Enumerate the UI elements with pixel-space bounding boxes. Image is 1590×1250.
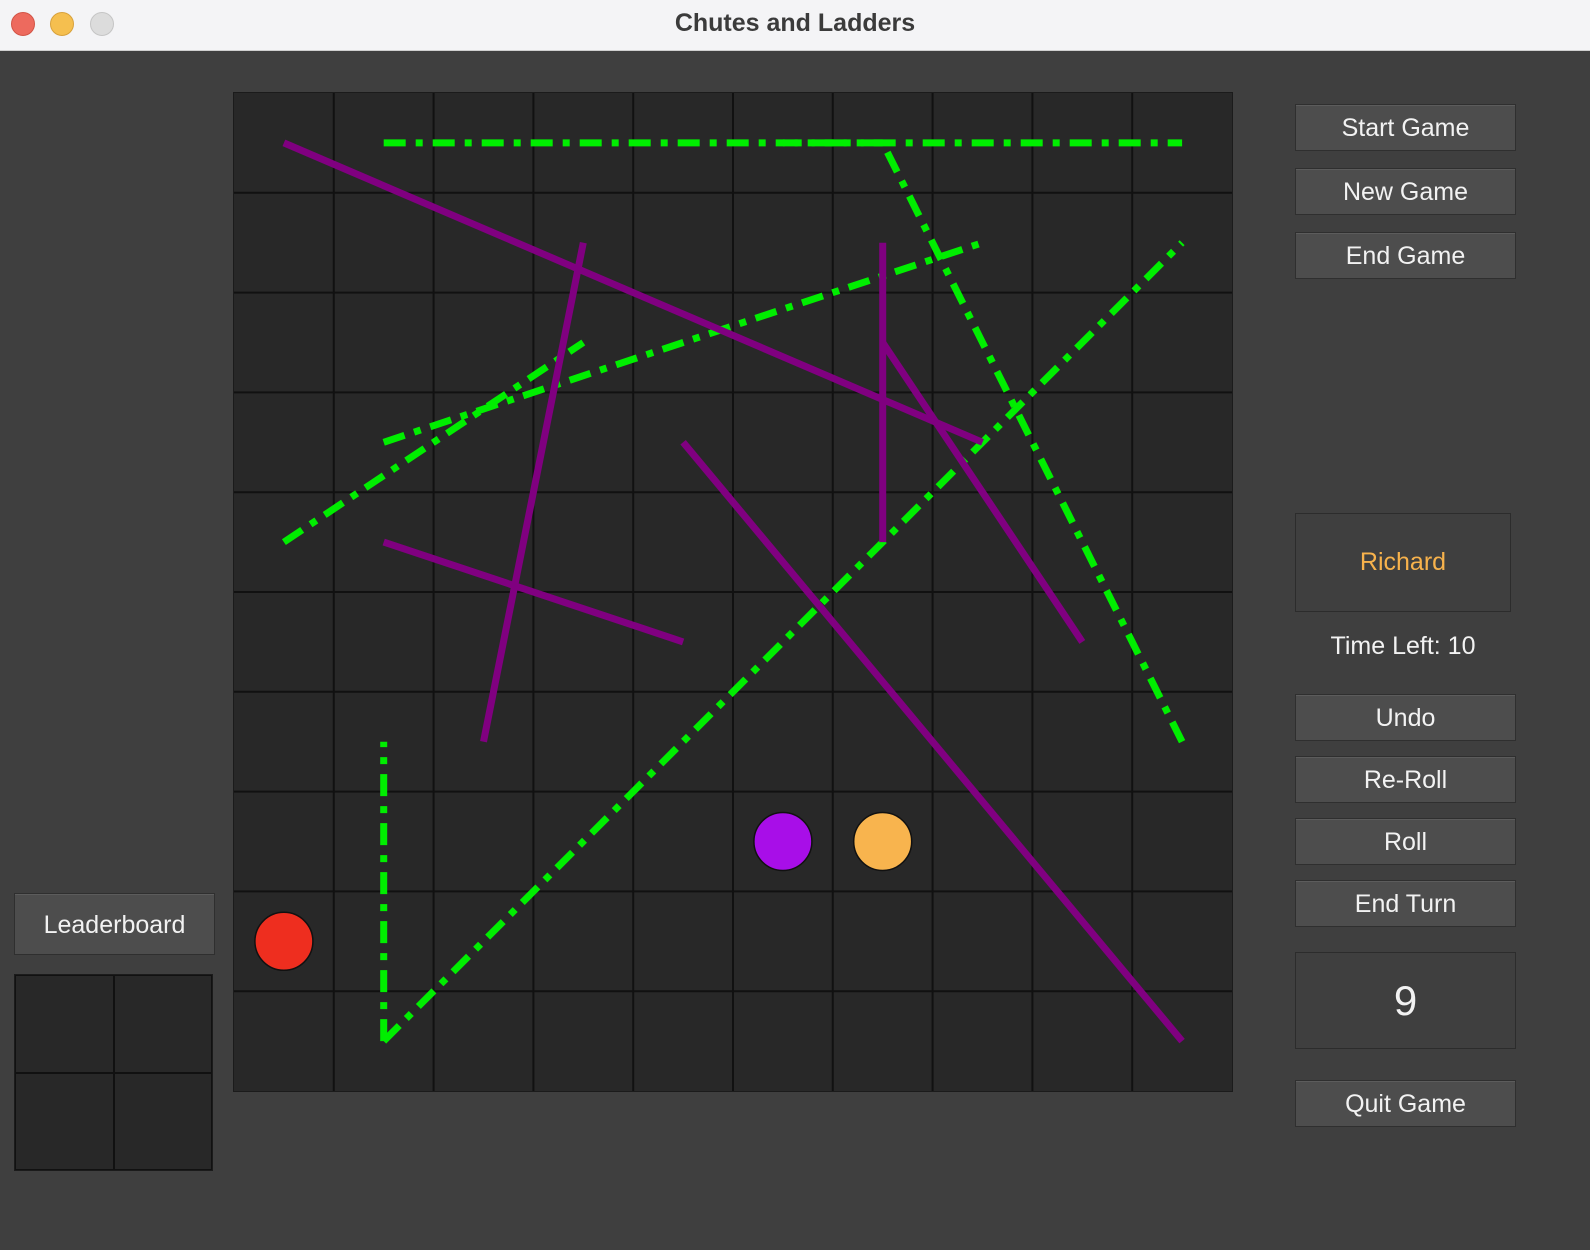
new-game-button[interactable]: New Game	[1295, 168, 1516, 215]
time-left-label: Time Left: 10	[1330, 632, 1476, 660]
undo-button[interactable]: Undo	[1295, 694, 1516, 741]
window-titlebar: Chutes and Ladders	[0, 0, 1590, 51]
leaderboard-cell	[15, 1072, 114, 1170]
ladder	[382, 239, 984, 446]
leaderboard-button[interactable]: Leaderboard	[14, 893, 215, 955]
leaderboard-panel	[14, 974, 213, 1171]
game-board[interactable]	[233, 92, 1233, 1092]
dice-result-display: 9	[1295, 952, 1516, 1049]
player-token-red[interactable]	[254, 911, 314, 972]
leaderboard-cell	[15, 975, 114, 1073]
roll-button[interactable]: Roll	[1295, 818, 1516, 865]
leaderboard-cell	[113, 1072, 212, 1170]
end-turn-button[interactable]: End Turn	[1295, 880, 1516, 927]
start-game-button[interactable]: Start Game	[1295, 104, 1516, 151]
current-player-display: Richard	[1295, 513, 1511, 612]
leaderboard-cell	[113, 975, 212, 1073]
board-canvas	[234, 93, 1232, 1091]
player-token-orange[interactable]	[852, 811, 913, 872]
end-game-button[interactable]: End Game	[1295, 232, 1516, 279]
window-title: Chutes and Ladders	[674, 9, 916, 37]
quit-game-button[interactable]: Quit Game	[1295, 1080, 1516, 1127]
reroll-button[interactable]: Re-Roll	[1295, 756, 1516, 803]
player-token-purple[interactable]	[753, 811, 813, 872]
